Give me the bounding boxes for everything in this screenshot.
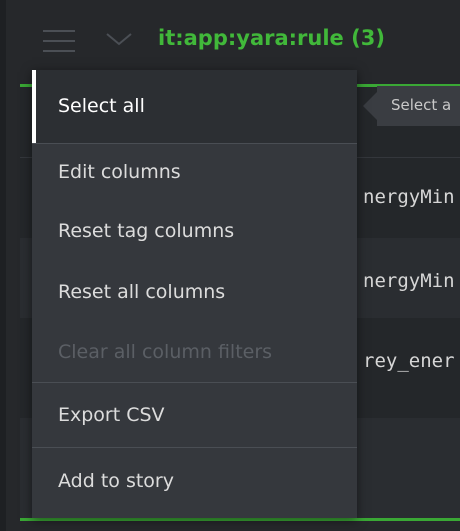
menu-item-label: Reset all columns xyxy=(58,281,226,303)
table-cell: nergyMin xyxy=(363,270,455,292)
table-cell: rey_ener xyxy=(363,350,455,372)
tooltip-arrow xyxy=(363,92,377,120)
chevron-down-icon[interactable] xyxy=(104,30,134,48)
menu-item-label: Add to story xyxy=(58,470,174,492)
menu-item-label: Export CSV xyxy=(58,404,165,426)
menu-item-reset-all-columns[interactable]: Reset all columns xyxy=(32,262,357,322)
menu-item-clear-filters: Clear all column filters xyxy=(32,322,357,382)
footer-line xyxy=(20,518,460,521)
hamburger-icon[interactable] xyxy=(43,30,75,52)
app-frame: it:app:yara:rule (3) nergyMin nergyMin r… xyxy=(6,0,460,531)
menu-item-label: Clear all column filters xyxy=(58,341,273,363)
menu-item-edit-columns[interactable]: Edit columns xyxy=(32,144,357,200)
menu-item-export-csv[interactable]: Export CSV xyxy=(32,383,357,447)
active-indicator xyxy=(32,70,36,143)
table-cell: nergyMin xyxy=(363,186,455,208)
menu-item-select-all[interactable]: Select all xyxy=(32,70,357,143)
tooltip: Select a xyxy=(377,86,460,126)
page-title: it:app:yara:rule (3) xyxy=(158,26,385,50)
context-menu: Select all Edit columns Reset tag column… xyxy=(32,70,357,518)
menu-item-label: Edit columns xyxy=(58,161,181,183)
menu-item-add-to-story[interactable]: Add to story xyxy=(32,448,357,514)
menu-item-label: Reset tag columns xyxy=(58,220,235,242)
menu-item-reset-tag-columns[interactable]: Reset tag columns xyxy=(32,200,357,262)
menu-item-label: Select all xyxy=(58,95,145,117)
tooltip-text: Select a xyxy=(391,96,452,114)
